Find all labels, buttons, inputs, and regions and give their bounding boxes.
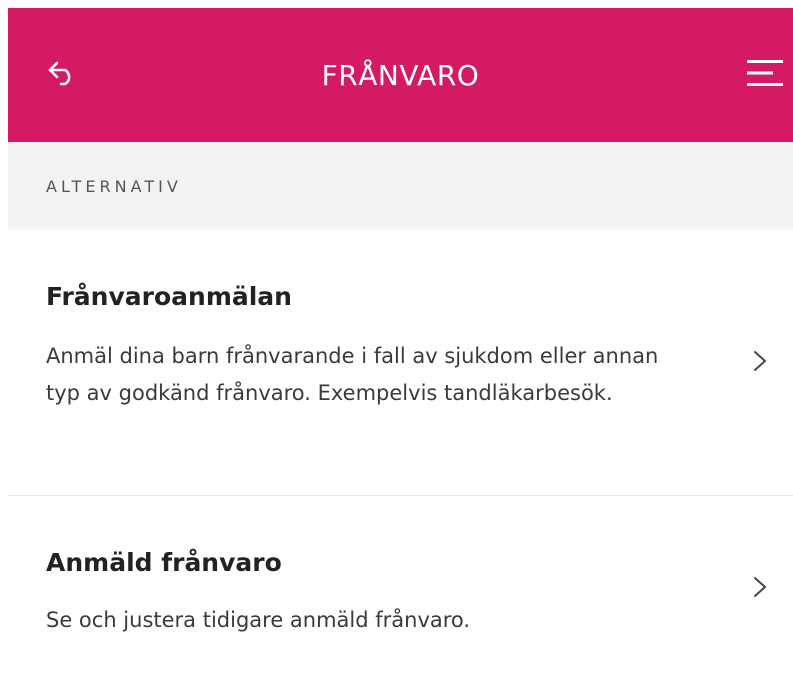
- back-button[interactable]: [40, 53, 84, 97]
- list-item-description: Se och justera tidigare anmäld frånvaro.: [46, 608, 471, 632]
- section-label: ALTERNATIV: [46, 176, 182, 196]
- menu-button[interactable]: [743, 53, 787, 97]
- list-item-franvaroanmalan[interactable]: Frånvaroanmälan Anmäl dina barn frånvara…: [8, 230, 793, 495]
- list-item-anmald-franvaro[interactable]: Anmäld frånvaro Se och justera tidigare …: [8, 496, 793, 677]
- page-title: FRÅNVARO: [321, 58, 480, 92]
- list-item-title: Anmäld frånvaro: [46, 548, 282, 577]
- hamburger-menu-icon: [747, 59, 783, 92]
- chevron-right-icon: [754, 577, 766, 597]
- list-item-title: Frånvaroanmälan: [46, 282, 292, 311]
- app-header: FRÅNVARO: [8, 8, 793, 142]
- back-arrow-icon: [47, 60, 77, 91]
- chevron-right-icon: [754, 351, 766, 371]
- app-root: FRÅNVARO ALTERNATIV Frånvaroanmälan Anmä…: [0, 0, 793, 677]
- list-item-description: Anmäl dina barn frånvarande i fall av sj…: [46, 344, 659, 405]
- section-header: ALTERNATIV: [8, 142, 793, 230]
